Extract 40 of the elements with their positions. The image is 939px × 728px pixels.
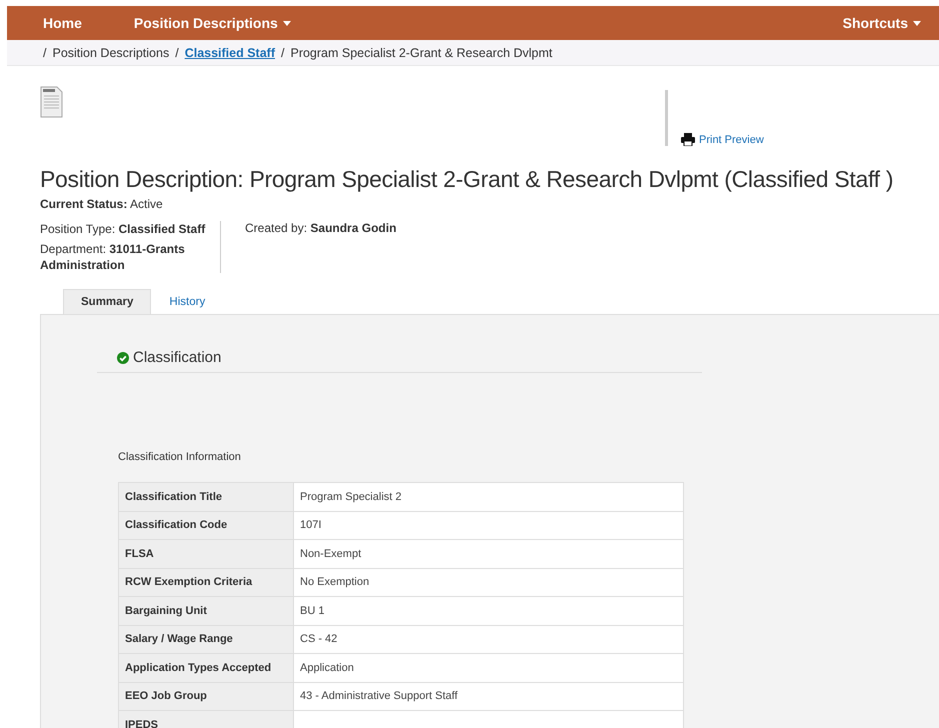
breadcrumb-item: Position Descriptions	[52, 46, 170, 60]
field-value: CS - 42	[294, 625, 684, 654]
tab[interactable]: Summary	[63, 289, 152, 314]
breadcrumb-link[interactable]: Classified Staff	[184, 46, 275, 60]
breadcrumb-separator: /	[281, 46, 284, 60]
page-title: Position Description: Program Specialist 2-Grant & Research Dvlpmt (Classified Staff )	[40, 166, 894, 193]
field-label: FLSA	[118, 540, 294, 568]
created-by-text: Created by: Saundra Godin	[244, 221, 396, 237]
field-value: Non-Exempt	[294, 540, 684, 568]
field-label: RCW Exemption Criteria	[118, 568, 294, 596]
document-icon	[40, 86, 63, 118]
subsection-title: Classification Information	[118, 451, 242, 463]
field-value: Program Specialist 2	[294, 482, 684, 511]
print-preview-link[interactable]: Print Preview	[681, 133, 764, 146]
field-value: No Exemption	[294, 568, 684, 596]
field-value: 107I	[294, 511, 684, 540]
breadcrumb-item: Program Specialist 2-Grant & Research Dvlpmt	[290, 46, 552, 60]
field-value: Application	[294, 654, 684, 682]
tab[interactable]: History	[151, 289, 224, 314]
nav-link[interactable]: Home	[43, 15, 82, 31]
field-label: Bargaining Unit	[118, 596, 294, 625]
nav-link[interactable]: Position Descriptions	[134, 15, 291, 31]
breadcrumb-separator: /	[43, 46, 46, 60]
breadcrumb-separator: /	[175, 46, 179, 60]
field-value: 43 - Administrative Support Staff	[294, 682, 684, 710]
field-label: Application Types Accepted	[118, 654, 294, 682]
field-label: Salary / Wage Range	[118, 625, 294, 654]
field-label: Classification Title	[118, 482, 294, 511]
field-label: IPEDS	[118, 710, 294, 728]
field-label: Classification Code	[118, 511, 294, 540]
current-status: Current Status: Active	[40, 197, 164, 211]
detail-text: Position Type: Classified Staff	[40, 221, 206, 237]
detail-text: Department: 31011-Grants Administration	[40, 241, 186, 273]
section-title: Classification	[133, 349, 222, 366]
field-value: BU 1	[294, 596, 684, 625]
caret-icon	[282, 20, 291, 26]
printer-icon	[681, 133, 695, 146]
shortcuts-menu[interactable]: Shortcuts	[842, 15, 921, 31]
field-label: EEO Job Group	[118, 682, 294, 710]
caret-icon	[913, 20, 921, 26]
